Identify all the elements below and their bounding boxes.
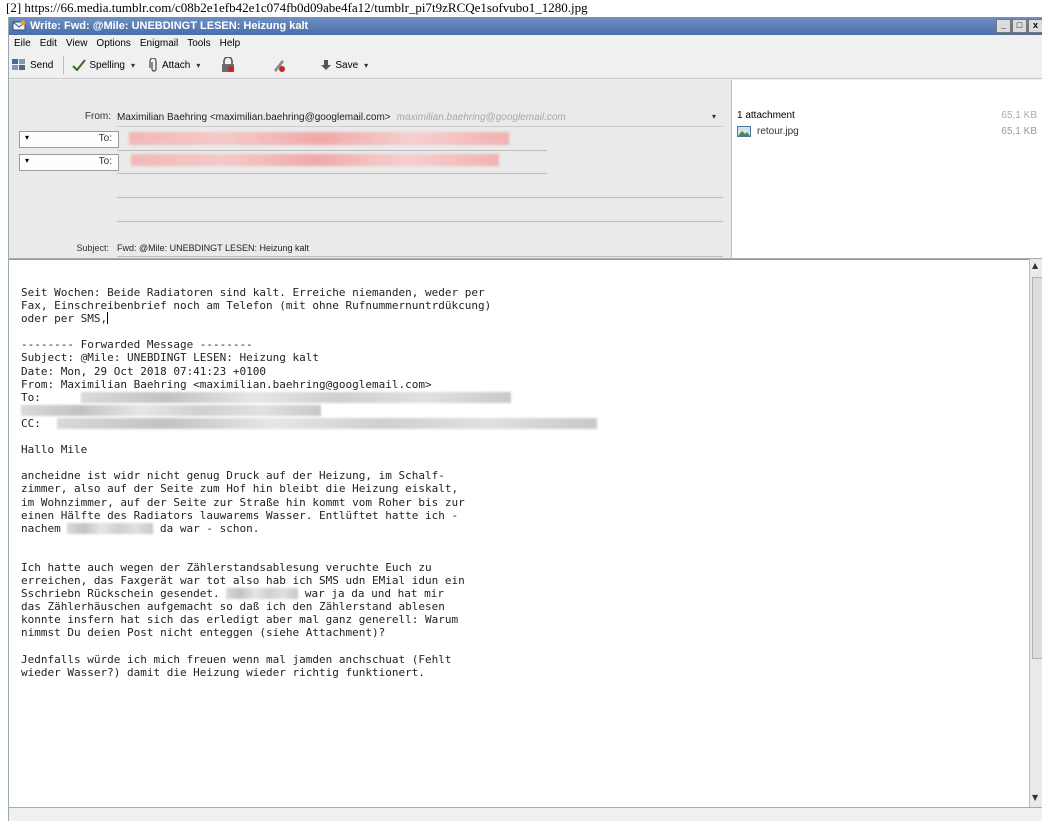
greeting: Hallo Mile (21, 443, 88, 457)
subject-field[interactable]: Fwd: @Mile: UNEBDINGT LESEN: Heizung kal… (117, 240, 723, 257)
forward-from: From: Maximilian Baehring <maximilian.ba… (21, 377, 432, 391)
status-bar (9, 807, 1042, 821)
attachment-name: retour.jpg (757, 126, 799, 137)
spelling-button[interactable]: Spelling ▾ (72, 59, 135, 71)
chevron-down-icon: ▾ (25, 156, 30, 165)
to-label-2: To: (98, 156, 112, 167)
from-value: Maximilian Baehring <maximilian.baehring… (117, 112, 391, 123)
recipient-type-2[interactable]: ▾ To: (19, 154, 119, 171)
paragraph-3: Jednfalls würde ich mich freuen wenn mal… (21, 652, 452, 679)
attach-label: Attach (161, 59, 191, 71)
redacted-forward-to-cont (21, 404, 321, 416)
attachment-item[interactable]: retour.jpg 65,1 KB (737, 126, 1037, 137)
signing-button[interactable] (271, 57, 290, 73)
from-selector[interactable]: Maximilian Baehring <maximilian.baehring… (117, 109, 723, 127)
save-dropdown-icon[interactable]: ▾ (364, 61, 368, 70)
window-controls: _ □ x (995, 19, 1042, 33)
menu-edit[interactable]: Edit (40, 38, 57, 49)
text-cursor (107, 312, 109, 325)
redacted-recipient-1 (129, 132, 509, 145)
maximize-button[interactable]: □ (1012, 19, 1027, 33)
redacted-name-1 (67, 522, 154, 534)
download-arrow-icon (321, 60, 332, 70)
source-url: [2] https://66.media.tumblr.com/c08b2e1e… (6, 0, 588, 15)
from-ghost-address: maximilian.baehring@googlemail.com (396, 112, 566, 123)
forward-header: -------- Forwarded Message -------- (21, 338, 253, 352)
redacted-name-2 (226, 588, 299, 600)
send-icon (12, 59, 25, 70)
save-button[interactable]: Save ▾ (320, 59, 368, 71)
forward-subject: Subject: @Mile: UNEBDINGT LESEN: Heizung… (21, 351, 320, 365)
scroll-up-icon[interactable]: ▲ (1032, 261, 1038, 270)
recipient-type-1[interactable]: ▾ To: (19, 131, 119, 148)
recipient-underline-4 (117, 221, 723, 222)
message-header: From: Maximilian Baehring <maximilian.ba… (9, 80, 1042, 259)
toolbar-separator (63, 56, 65, 74)
scroll-down-icon[interactable]: ▼ (1032, 793, 1038, 802)
attachment-pane: 1 attachment 65,1 KB retour.jpg 65,1 KB (731, 80, 1042, 258)
message-body-editor[interactable]: Seit Wochen: Beide Radiatoren sind kalt.… (9, 259, 1029, 808)
menu-enigmail[interactable]: Enigmail (140, 38, 178, 49)
scroll-thumb[interactable] (1032, 277, 1042, 659)
paperclip-icon (149, 58, 157, 72)
attach-button[interactable]: Attach ▾ (149, 58, 200, 72)
body-scrollbar[interactable]: ▲ ▼ (1029, 259, 1042, 807)
image-file-icon (737, 126, 751, 137)
menu-options[interactable]: Options (96, 38, 130, 49)
attachment-size: 65,1 KB (1001, 126, 1037, 137)
pen-icon (274, 60, 286, 72)
recipient-underline-3 (117, 197, 723, 198)
address-panel: From: Maximilian Baehring <maximilian.ba… (9, 80, 731, 258)
from-label: From: (84, 111, 111, 122)
window-title: Write: Fwd: @Mile: UNEBDINGT LESEN: Heiz… (30, 20, 309, 32)
menu-bar: Eile Edit View Options Enigmail Tools He… (9, 35, 1042, 52)
forward-cc-label: CC: (21, 416, 41, 430)
from-dropdown-icon[interactable]: ▾ (712, 112, 716, 121)
menu-view[interactable]: View (66, 38, 88, 49)
recipient-underline-1 (117, 150, 547, 151)
redacted-forward-to (80, 391, 511, 403)
chevron-down-icon: ▾ (25, 133, 30, 142)
subject-label: Subject: (76, 243, 109, 253)
spelling-dropdown-icon[interactable]: ▾ (131, 61, 135, 70)
attachment-count: 1 attachment (737, 110, 795, 121)
forward-date: Date: Mon, 29 Oct 2018 07:41:23 +0100 (21, 364, 267, 378)
menu-tools[interactable]: Tools (187, 38, 210, 49)
attachment-total-size: 65,1 KB (1001, 110, 1037, 121)
compose-toolbar: Send Spelling ▾ Attach ▾ Save ▾ (9, 52, 1042, 79)
send-label: Send (30, 59, 54, 71)
checkmark-icon (72, 59, 87, 71)
security-button[interactable] (220, 57, 239, 73)
spelling-label: Spelling (89, 59, 125, 71)
compose-window: Write: Fwd: @Mile: UNEBDINGT LESEN: Heiz… (8, 17, 1042, 821)
send-button[interactable]: Send (11, 58, 53, 72)
thunderbird-compose-icon (12, 20, 26, 32)
redacted-recipient-2 (131, 154, 499, 166)
redacted-forward-cc (56, 417, 597, 429)
attachment-header: 1 attachment 65,1 KB (737, 110, 1037, 121)
menu-help[interactable]: Help (220, 38, 241, 49)
attach-dropdown-icon[interactable]: ▾ (196, 61, 200, 70)
menu-file[interactable]: Eile (14, 38, 31, 49)
body-intro: Seit Wochen: Beide Radiatoren sind kalt.… (21, 286, 492, 326)
title-bar: Write: Fwd: @Mile: UNEBDINGT LESEN: Heiz… (9, 17, 1042, 35)
lock-icon (222, 57, 235, 72)
recipient-underline-2 (117, 173, 547, 174)
minimize-button[interactable]: _ (996, 19, 1011, 33)
paragraph-1-end: da war - schon. (153, 521, 260, 535)
close-button[interactable]: x (1028, 19, 1042, 33)
to-label-1: To: (98, 133, 112, 144)
forward-to-label: To: (21, 390, 41, 404)
message-body-text: Seit Wochen: Beide Radiatoren sind kalt.… (21, 286, 597, 679)
save-label: Save (335, 59, 359, 71)
